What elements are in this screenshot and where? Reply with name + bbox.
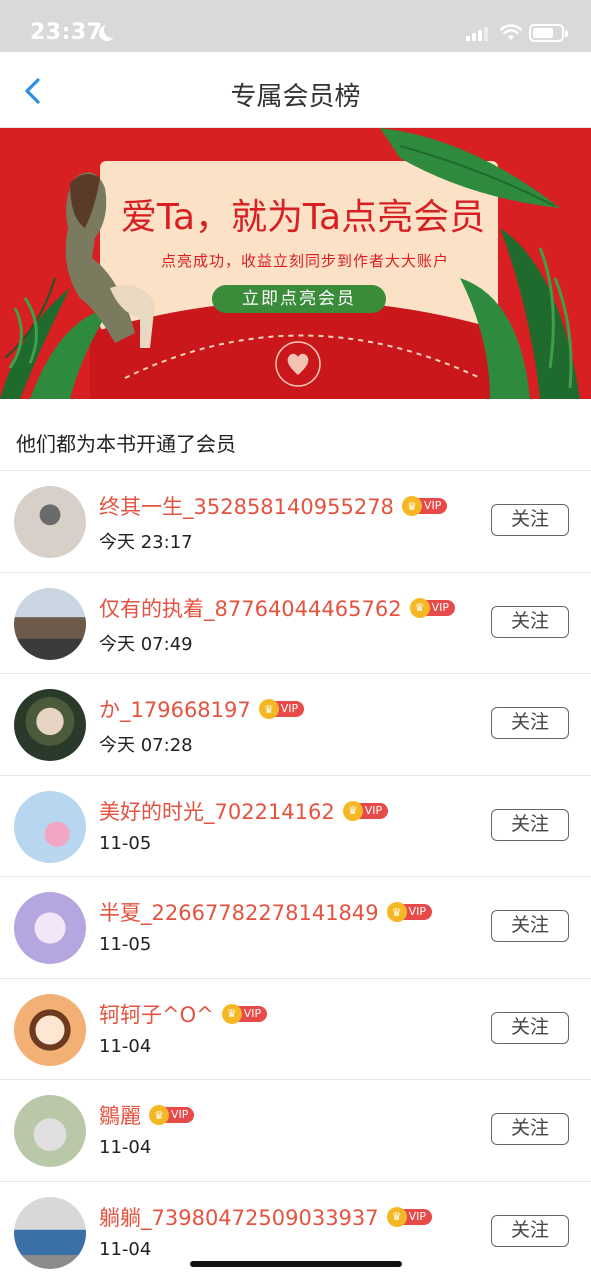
member-name[interactable]: 终其一生_352858140955278	[99, 491, 394, 521]
vip-badge: ♛ VIP	[386, 1206, 433, 1227]
vip-badge: ♛ VIP	[386, 902, 433, 922]
crown-icon: ♛	[401, 496, 422, 516]
member-time: 今天 07:28	[99, 735, 193, 756]
follow-button[interactable]: 关注	[491, 707, 569, 739]
status-time: 23:37	[30, 20, 103, 45]
member-name-line: 美好的时光_702214162 ♛ VIP	[99, 796, 389, 826]
member-row[interactable]: 鶵麗 ♛ VIP 11-04 关注	[0, 1080, 591, 1182]
battery-icon	[529, 24, 568, 42]
page-title: 专属会员榜	[230, 82, 361, 112]
member-name-line: 躺躺_73980472509033937 ♛ VIP	[99, 1202, 433, 1232]
crown-icon: ♛	[386, 1206, 407, 1227]
vip-badge: ♛ VIP	[409, 597, 455, 618]
member-name-line: 终其一生_352858140955278 ♛ VIP	[99, 491, 448, 521]
member-time: 11-04	[99, 1035, 152, 1057]
member-row[interactable]: 半夏_22667782278141849 ♛ VIP 11-05 关注	[0, 877, 591, 979]
crown-icon: ♛	[221, 1003, 242, 1024]
member-row[interactable]: 美好的时光_702214162 ♛ VIP 11-05 关注	[0, 776, 591, 877]
avatar[interactable]	[14, 587, 86, 660]
member-row[interactable]: 仅有的执着_87764044465762 ♛ VIP 今天 07:49 关注	[0, 573, 591, 674]
section-title: 他们都为本书开通了会员	[16, 432, 236, 456]
status-bar: 23:37	[0, 0, 591, 52]
crown-icon: ♛	[342, 800, 363, 821]
member-name[interactable]: 仅有的执着_87764044465762	[99, 593, 402, 623]
crown-icon: ♛	[409, 597, 430, 618]
vip-badge: ♛ VIP	[221, 1003, 268, 1024]
crown-icon: ♛	[258, 699, 279, 719]
member-time: 11-04	[99, 1137, 152, 1158]
member-name-line: 仅有的执着_87764044465762 ♛ VIP	[99, 593, 455, 623]
member-time: 今天 23:17	[99, 532, 193, 553]
moon-icon	[104, 22, 120, 38]
avatar[interactable]	[14, 1095, 86, 1167]
signal-icon	[466, 26, 490, 41]
member-name[interactable]: 躺躺_73980472509033937	[99, 1202, 379, 1232]
follow-button[interactable]: 关注	[491, 504, 569, 536]
member-time: 今天 07:49	[99, 633, 193, 655]
avatar[interactable]	[14, 790, 86, 863]
member-name[interactable]: 美好的时光_702214162	[99, 796, 335, 826]
member-list: 终其一生_352858140955278 ♛ VIP 今天 23:17 关注 仅有的执着_…	[0, 471, 591, 1280]
vip-badge: ♛ VIP	[258, 699, 305, 719]
vip-badge: ♛ VIP	[149, 1105, 195, 1125]
crown-icon: ♛	[149, 1105, 169, 1125]
avatar[interactable]	[14, 993, 86, 1066]
follow-button[interactable]: 关注	[491, 1214, 569, 1247]
promo-banner[interactable]: 爱Ta，就为Ta点亮会员 点亮成功，收益立刻同步到作者大大账户 立即点亮会员	[0, 128, 591, 399]
vip-badge: ♛ VIP	[401, 496, 448, 516]
nav-bar: 专属会员榜	[0, 52, 591, 128]
member-row[interactable]: か_179668197 ♛ VIP 今天 07:28 关注	[0, 674, 591, 776]
avatar[interactable]	[14, 486, 86, 558]
member-time: 11-04	[99, 1238, 152, 1260]
wifi-icon	[500, 24, 522, 40]
crown-icon: ♛	[386, 902, 407, 922]
member-name[interactable]: か_179668197	[99, 694, 251, 724]
follow-button[interactable]: 关注	[491, 605, 569, 638]
home-indicator	[190, 1261, 402, 1267]
follow-button[interactable]: 关注	[491, 1011, 569, 1044]
follow-button[interactable]: 关注	[491, 910, 569, 942]
follow-button[interactable]: 关注	[491, 808, 569, 841]
member-time: 11-05	[99, 832, 152, 854]
member-name[interactable]: 轲轲子^O^	[99, 999, 214, 1029]
light-up-member-button[interactable]: 立即点亮会员	[212, 285, 386, 313]
member-name-line: か_179668197 ♛ VIP	[99, 694, 305, 724]
member-row[interactable]: 终其一生_352858140955278 ♛ VIP 今天 23:17 关注	[0, 471, 591, 573]
member-name-line: 鶵麗 ♛ VIP	[99, 1100, 195, 1130]
member-time: 11-05	[99, 934, 152, 955]
avatar[interactable]	[14, 689, 86, 761]
member-name-line: 轲轲子^O^ ♛ VIP	[99, 999, 268, 1029]
member-name[interactable]: 鶵麗	[99, 1100, 141, 1130]
banner-subtitle: 点亮成功，收益立刻同步到作者大大账户	[160, 252, 449, 270]
member-name-line: 半夏_22667782278141849 ♛ VIP	[99, 897, 433, 927]
banner-headline: 爱Ta，就为Ta点亮会员	[120, 197, 486, 238]
member-name[interactable]: 半夏_22667782278141849	[99, 897, 379, 927]
avatar[interactable]	[14, 1196, 86, 1269]
avatar[interactable]	[14, 892, 86, 964]
follow-button[interactable]: 关注	[491, 1113, 569, 1145]
member-row[interactable]: 轲轲子^O^ ♛ VIP 11-04 关注	[0, 979, 591, 1080]
vip-badge: ♛ VIP	[342, 800, 389, 821]
